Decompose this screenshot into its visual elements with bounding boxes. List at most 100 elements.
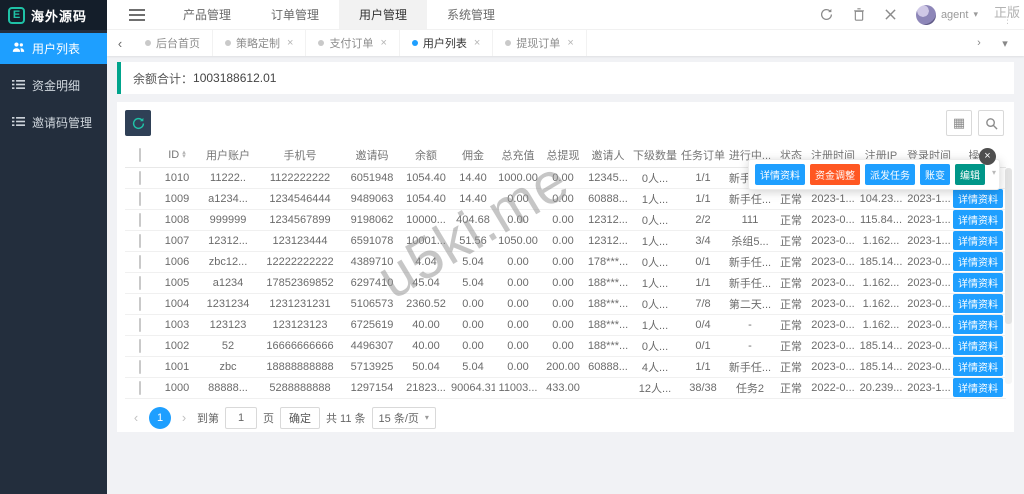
cell: 185.14...	[857, 335, 905, 357]
column-header-下级数量[interactable]: 下级数量	[631, 144, 679, 168]
tabs-more-icon[interactable]: ▾	[994, 37, 1016, 50]
username: agent	[940, 8, 969, 21]
cell: 188***...	[585, 293, 631, 315]
row-checkbox[interactable]	[139, 212, 141, 227]
cell: 433.00	[541, 377, 585, 399]
cell: 1/1	[679, 356, 727, 378]
row-checkbox[interactable]	[139, 317, 141, 332]
detail-button[interactable]: 详情资料	[953, 336, 1003, 355]
popup-button-详情资料[interactable]: 详情资料	[755, 164, 805, 185]
cell: 2023-0...	[809, 335, 857, 357]
row-checkbox[interactable]	[139, 170, 141, 185]
detail-button[interactable]: 详情资料	[953, 357, 1003, 376]
column-header-ID[interactable]: ID ▴ ▾	[155, 144, 199, 168]
detail-button[interactable]: 详情资料	[953, 378, 1003, 397]
prev-page-icon[interactable]: ‹	[129, 410, 143, 425]
tab-提现订单[interactable]: 提现订单 ×	[493, 30, 587, 56]
balance-label: 余额合计：	[133, 71, 194, 86]
next-page-icon[interactable]: ›	[177, 410, 191, 425]
detail-button[interactable]: 详情资料	[953, 252, 1003, 271]
tabs-scroll-right-icon[interactable]: ›	[968, 37, 990, 50]
detail-button[interactable]: 详情资料	[953, 210, 1003, 229]
column-header-任务订单[interactable]: 任务订单	[679, 144, 727, 168]
cell: 1009	[155, 188, 199, 210]
action-cell: 详情资料	[953, 335, 1006, 357]
popup-button-派发任务[interactable]: 派发任务	[865, 164, 915, 185]
tab-close-icon[interactable]: ×	[380, 37, 386, 49]
table-refresh-button[interactable]	[125, 110, 151, 136]
row-checkbox[interactable]	[139, 233, 141, 248]
row-checkbox[interactable]	[139, 191, 141, 206]
top-menu-item-产品管理[interactable]: 产品管理	[163, 0, 251, 30]
users-icon	[12, 41, 25, 56]
tab-用户列表[interactable]: 用户列表 ×	[400, 30, 494, 56]
fullscreen-exit-icon[interactable]	[885, 9, 896, 20]
popup-close-icon[interactable]: ×	[979, 148, 996, 165]
row-checkbox[interactable]	[139, 380, 141, 395]
column-header-用户账户[interactable]: 用户账户	[199, 144, 257, 168]
cell: 188***...	[585, 272, 631, 294]
column-header-手机号[interactable]: 手机号	[257, 144, 343, 168]
column-header-总充值[interactable]: 总充值	[495, 144, 541, 168]
goto-page-input[interactable]	[225, 406, 257, 429]
column-header-佣金[interactable]: 佣金	[451, 144, 495, 168]
cell: 9489063	[343, 188, 401, 210]
cell: 1人...	[631, 188, 679, 210]
cell: a1234	[199, 272, 257, 294]
column-header-邀请人[interactable]: 邀请人	[585, 144, 631, 168]
tab-策略定制[interactable]: 策略定制 ×	[213, 30, 307, 56]
sidebar-item-资金明细[interactable]: 资金明细	[0, 70, 107, 101]
search-button[interactable]	[978, 110, 1004, 136]
detail-button[interactable]: 详情资料	[953, 231, 1003, 250]
cell: 2360.52	[401, 293, 451, 315]
popup-button-账变[interactable]: 账变	[920, 164, 950, 185]
total-count-label: 共 11 条	[326, 412, 366, 425]
user-menu[interactable]: agent ▾	[915, 4, 978, 25]
cell: 新手任...	[727, 272, 773, 294]
table-scrollbar[interactable]	[1005, 168, 1012, 384]
sidebar-item-用户列表[interactable]: 用户列表	[0, 33, 107, 64]
row-checkbox[interactable]	[139, 359, 141, 374]
tab-close-icon[interactable]: ×	[567, 37, 573, 49]
row-checkbox[interactable]	[139, 254, 141, 269]
cell: 2023-1...	[905, 230, 953, 252]
sort-icon[interactable]: ▴ ▾	[182, 149, 186, 160]
page-size-select[interactable]: 15 条/页 ▾	[371, 406, 436, 429]
refresh-icon[interactable]	[820, 8, 833, 21]
column-header-邀请码[interactable]: 邀请码	[343, 144, 401, 168]
popup-button-资金调整[interactable]: 资金调整	[810, 164, 860, 185]
tab-close-icon[interactable]: ×	[474, 37, 480, 49]
tab-dot-icon	[505, 40, 512, 46]
detail-button[interactable]: 详情资料	[953, 189, 1003, 208]
goto-confirm-button[interactable]: 确定	[280, 406, 320, 429]
current-page[interactable]: 1	[149, 406, 171, 429]
sidebar-item-邀请码管理[interactable]: 邀请码管理	[0, 107, 107, 138]
popup-caret-icon: ▾	[991, 168, 996, 177]
tab-close-icon[interactable]: ×	[287, 37, 293, 49]
popup-button-编辑[interactable]: 编辑	[955, 164, 985, 185]
detail-button[interactable]: 详情资料	[953, 273, 1003, 292]
top-menu-item-系统管理[interactable]: 系统管理	[427, 0, 515, 30]
cell: 12人...	[631, 377, 679, 399]
detail-button[interactable]: 详情资料	[953, 315, 1003, 334]
menu-toggle-icon[interactable]	[129, 6, 145, 24]
trash-icon[interactable]	[853, 8, 865, 21]
cell: 2023-0...	[905, 251, 953, 273]
select-all-checkbox[interactable]	[139, 148, 141, 163]
table-row: 1002 52 16666666666 4496307 40.00 0.00 0.00 0.0…	[125, 335, 1006, 357]
tab-后台首页[interactable]: 后台首页	[133, 30, 213, 56]
user-table-card: ▦ ID ▴ ▾ 用户账户 手机号 邀请码 余额 佣金 总充值 总提现 邀请人 下级数量 任务订单 进行中…	[117, 102, 1014, 432]
tab-dot-icon	[225, 40, 231, 46]
column-header-总提现[interactable]: 总提现	[541, 144, 585, 168]
detail-button[interactable]: 详情资料	[953, 294, 1003, 313]
row-checkbox[interactable]	[139, 338, 141, 353]
row-checkbox[interactable]	[139, 296, 141, 311]
top-menu-item-用户管理[interactable]: 用户管理	[339, 0, 428, 30]
row-checkbox[interactable]	[139, 275, 141, 290]
top-menu-item-订单管理[interactable]: 订单管理	[251, 0, 339, 30]
tab-支付订单[interactable]: 支付订单 ×	[306, 30, 400, 56]
cell: 正常	[773, 314, 809, 336]
filter-columns-button[interactable]: ▦	[946, 110, 972, 136]
column-header-余额[interactable]: 余额	[401, 144, 451, 168]
tabs-scroll-left-icon[interactable]: ‹	[107, 36, 133, 51]
